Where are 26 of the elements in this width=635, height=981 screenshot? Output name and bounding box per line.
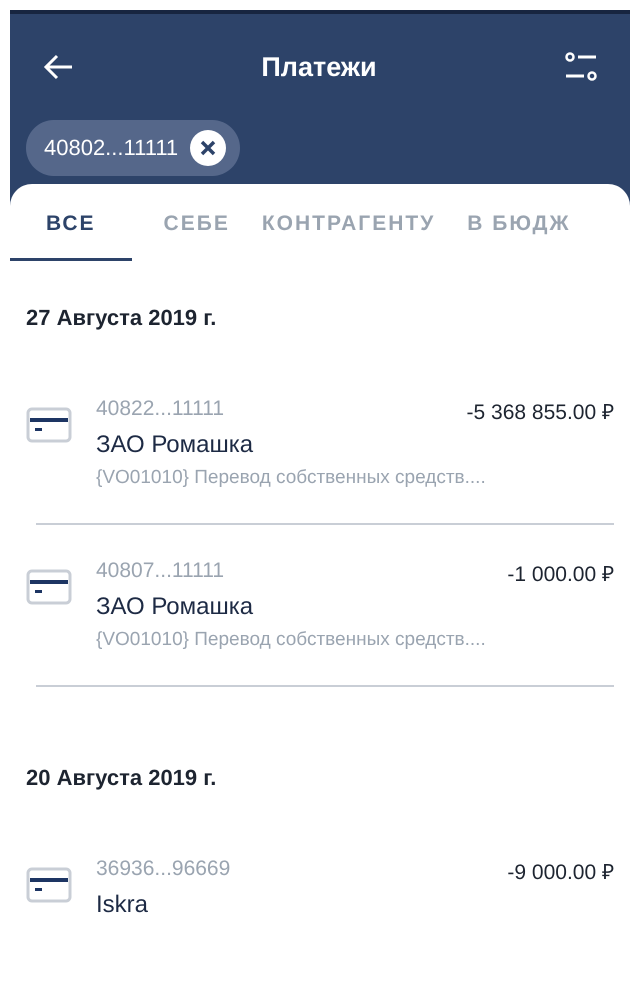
account-number: 40822...11111 — [96, 397, 224, 422]
payment-amount: -9 000.00 ₽ — [507, 860, 614, 885]
back-arrow-icon — [44, 54, 74, 80]
card-icon — [26, 569, 72, 605]
recipient-name: ЗАО Ромашка — [96, 431, 254, 459]
tab[interactable]: В БЮДЖ — [467, 196, 570, 261]
recipient-name: Iskra — [96, 891, 150, 919]
screen-title: Платежи — [261, 52, 377, 82]
chip-label: 40802...11111 — [44, 135, 178, 161]
tab[interactable]: КОНТРАГЕНТУ — [262, 196, 436, 261]
payment-purpose: {VO01010} Перевод собственных средств.... — [96, 629, 487, 651]
payment-purpose: {VO01010} Перевод собственных средств.... — [96, 467, 487, 489]
recipient-name: ЗАО Ромашка — [96, 593, 254, 621]
tab[interactable]: СЕБЕ — [164, 196, 230, 261]
close-icon — [190, 130, 226, 166]
account-number: 40807...11111 — [96, 559, 224, 584]
account-number: 36936...96669 — [96, 857, 230, 882]
card-icon — [26, 867, 72, 903]
date-heading: 20 Августа 2019 г. — [25, 764, 218, 792]
sliders-icon — [564, 52, 598, 82]
payment-amount: -1 000.00 ₽ — [507, 562, 614, 587]
date-heading: 27 Августа 2019 г. — [25, 304, 218, 332]
card-icon — [26, 407, 72, 443]
chip-clear-button[interactable] — [190, 130, 226, 166]
payment-amount: -5 368 855.00 ₽ — [466, 400, 614, 425]
tab[interactable]: ВСЕ — [10, 196, 132, 261]
